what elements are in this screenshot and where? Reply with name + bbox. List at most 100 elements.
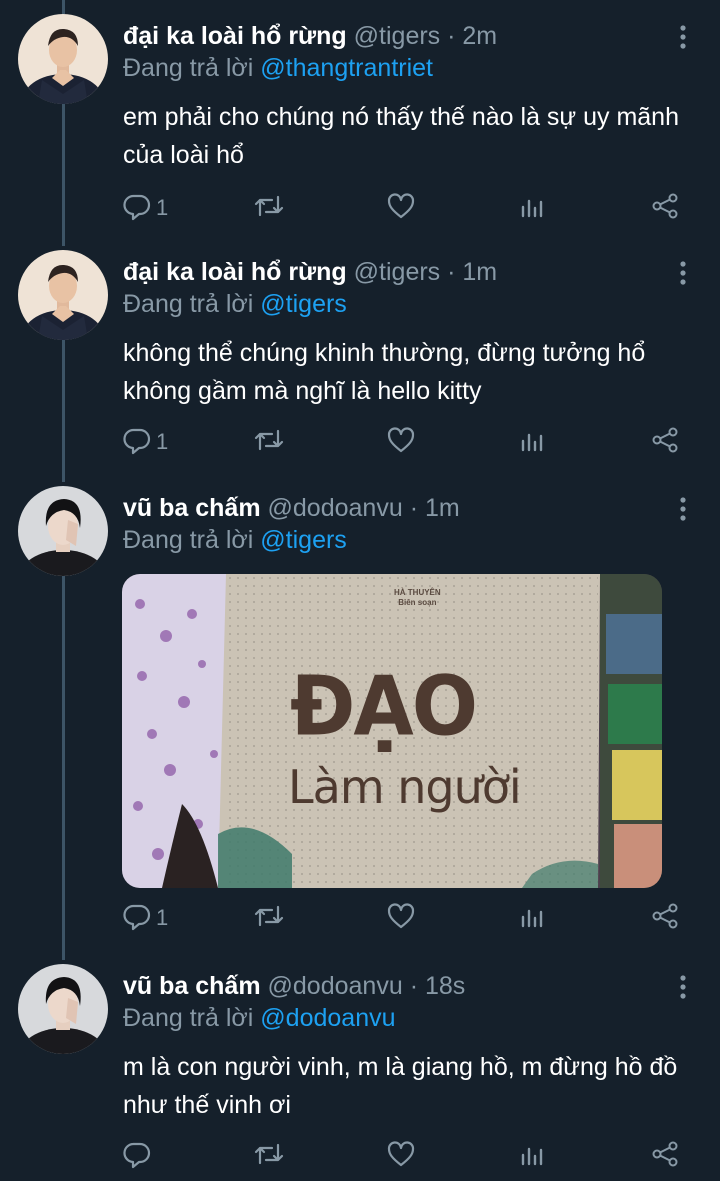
like-button[interactable] bbox=[386, 188, 416, 228]
action-bar: 1 bbox=[0, 422, 720, 462]
display-name[interactable]: đại ka loài hổ rừng bbox=[123, 22, 347, 50]
analytics-icon bbox=[518, 191, 546, 226]
separator-dot: · bbox=[409, 494, 419, 522]
retweet-button[interactable] bbox=[252, 422, 286, 462]
timestamp[interactable]: 18s bbox=[425, 972, 465, 1000]
retweet-icon bbox=[252, 901, 286, 936]
tweet-image[interactable]: HÀ THUYÊN Biên soạn ĐẠO Làm người bbox=[122, 574, 662, 888]
display-name[interactable]: vũ ba chấm bbox=[123, 972, 261, 1000]
avatar[interactable] bbox=[18, 486, 108, 576]
like-icon bbox=[386, 425, 416, 460]
user-handle[interactable]: @tigers bbox=[354, 258, 441, 286]
share-button[interactable] bbox=[650, 422, 680, 462]
timestamp[interactable]: 2m bbox=[462, 22, 497, 50]
share-button[interactable] bbox=[650, 898, 680, 938]
reply-button[interactable]: 1 bbox=[122, 188, 168, 228]
retweet-button[interactable] bbox=[252, 188, 286, 228]
reply-button[interactable]: 1 bbox=[122, 422, 168, 462]
replying-to-label: Đang trả lời bbox=[123, 526, 254, 554]
user-handle[interactable]: @dodoanvu bbox=[268, 494, 403, 522]
timestamp[interactable]: 1m bbox=[462, 258, 497, 286]
share-icon bbox=[650, 901, 680, 936]
replying-to-label: Đang trả lời bbox=[123, 290, 254, 318]
thread-connector bbox=[62, 0, 65, 14]
mention-link[interactable]: @tigers bbox=[260, 526, 347, 554]
analytics-button[interactable] bbox=[518, 898, 546, 938]
tweet[interactable]: vũ ba chấm @dodoanvu · 18s Đang trả lời … bbox=[0, 964, 720, 1181]
timestamp[interactable]: 1m bbox=[425, 494, 460, 522]
replying-to: Đang trả lời @tigers bbox=[123, 288, 347, 320]
reply-icon bbox=[122, 901, 152, 936]
reply-icon bbox=[122, 425, 152, 460]
retweet-button[interactable] bbox=[252, 898, 286, 938]
reply-count: 1 bbox=[156, 429, 169, 454]
like-icon bbox=[386, 191, 416, 226]
retweet-icon bbox=[252, 1139, 286, 1174]
more-icon[interactable] bbox=[672, 972, 694, 1002]
action-bar bbox=[0, 1136, 720, 1176]
book-author-role: Biên soạn bbox=[398, 598, 437, 607]
replying-to: Đang trả lời @tigers bbox=[123, 524, 347, 556]
share-button[interactable] bbox=[650, 188, 680, 228]
share-button[interactable] bbox=[650, 1136, 680, 1176]
separator-dot: · bbox=[447, 258, 456, 286]
tweet-text: m là con người vinh, m là giang hồ, m đừ… bbox=[123, 1053, 678, 1119]
separator-dot: · bbox=[447, 22, 456, 50]
like-button[interactable] bbox=[386, 1136, 416, 1176]
mention-link[interactable]: @tigers bbox=[260, 290, 347, 318]
retweet-button[interactable] bbox=[252, 1136, 286, 1176]
replying-to-label: Đang trả lời bbox=[123, 1004, 254, 1032]
tweet-header: vũ ba chấm @dodoanvu · 1m bbox=[123, 492, 460, 524]
share-icon bbox=[650, 1139, 680, 1174]
tweet-text: không thể chúng khinh thường, đừng tưởng… bbox=[123, 339, 646, 405]
tweet-header: đại ka loài hổ rừng @tigers · 1m bbox=[123, 256, 497, 288]
book-subtitle: Làm người bbox=[288, 760, 522, 814]
separator-dot: · bbox=[409, 972, 419, 1000]
tweet[interactable]: vũ ba chấm @dodoanvu · 1m Đang trả lời @… bbox=[0, 486, 720, 946]
reply-button[interactable]: 1 bbox=[122, 898, 168, 938]
share-icon bbox=[650, 425, 680, 460]
more-icon[interactable] bbox=[672, 494, 694, 524]
analytics-icon bbox=[518, 425, 546, 460]
user-handle[interactable]: @dodoanvu bbox=[268, 972, 403, 1000]
book-author-name: HÀ THUYÊN bbox=[394, 588, 441, 597]
reply-count: 1 bbox=[156, 905, 169, 930]
replying-to: Đang trả lời @thangtrantriet bbox=[123, 52, 433, 84]
analytics-button[interactable] bbox=[518, 422, 546, 462]
mention-link[interactable]: @thangtrantriet bbox=[260, 54, 433, 82]
reply-button[interactable] bbox=[122, 1136, 156, 1176]
more-icon[interactable] bbox=[672, 258, 694, 288]
analytics-icon bbox=[518, 901, 546, 936]
user-handle[interactable]: @tigers bbox=[354, 22, 441, 50]
action-bar: 1 bbox=[0, 188, 720, 228]
like-button[interactable] bbox=[386, 898, 416, 938]
analytics-icon bbox=[518, 1139, 546, 1174]
action-bar: 1 bbox=[0, 898, 720, 938]
avatar[interactable] bbox=[18, 14, 108, 104]
tweet[interactable]: đại ka loài hổ rừng @tigers · 1m Đang tr… bbox=[0, 250, 720, 472]
reply-icon bbox=[122, 1139, 152, 1174]
tweet[interactable]: đại ka loài hổ rừng @tigers · 2m Đang tr… bbox=[0, 14, 720, 236]
tweet-thread: đại ka loài hổ rừng @tigers · 2m Đang tr… bbox=[0, 0, 720, 1181]
reply-icon bbox=[122, 191, 152, 226]
tweet-header: đại ka loài hổ rừng @tigers · 2m bbox=[123, 20, 497, 52]
display-name[interactable]: đại ka loài hổ rừng bbox=[123, 258, 347, 286]
like-icon bbox=[386, 901, 416, 936]
retweet-icon bbox=[252, 425, 286, 460]
retweet-icon bbox=[252, 191, 286, 226]
like-icon bbox=[386, 1139, 416, 1174]
more-icon[interactable] bbox=[672, 22, 694, 52]
reply-count: 1 bbox=[156, 195, 169, 220]
replying-to: Đang trả lời @dodoanvu bbox=[123, 1002, 396, 1034]
display-name[interactable]: vũ ba chấm bbox=[123, 494, 261, 522]
book-author: HÀ THUYÊN Biên soạn bbox=[394, 588, 441, 608]
book-title: ĐẠO bbox=[290, 659, 478, 755]
replying-to-label: Đang trả lời bbox=[123, 54, 254, 82]
analytics-button[interactable] bbox=[518, 188, 546, 228]
mention-link[interactable]: @dodoanvu bbox=[260, 1004, 395, 1032]
share-icon bbox=[650, 191, 680, 226]
avatar[interactable] bbox=[18, 964, 108, 1054]
avatar[interactable] bbox=[18, 250, 108, 340]
like-button[interactable] bbox=[386, 422, 416, 462]
analytics-button[interactable] bbox=[518, 1136, 546, 1176]
